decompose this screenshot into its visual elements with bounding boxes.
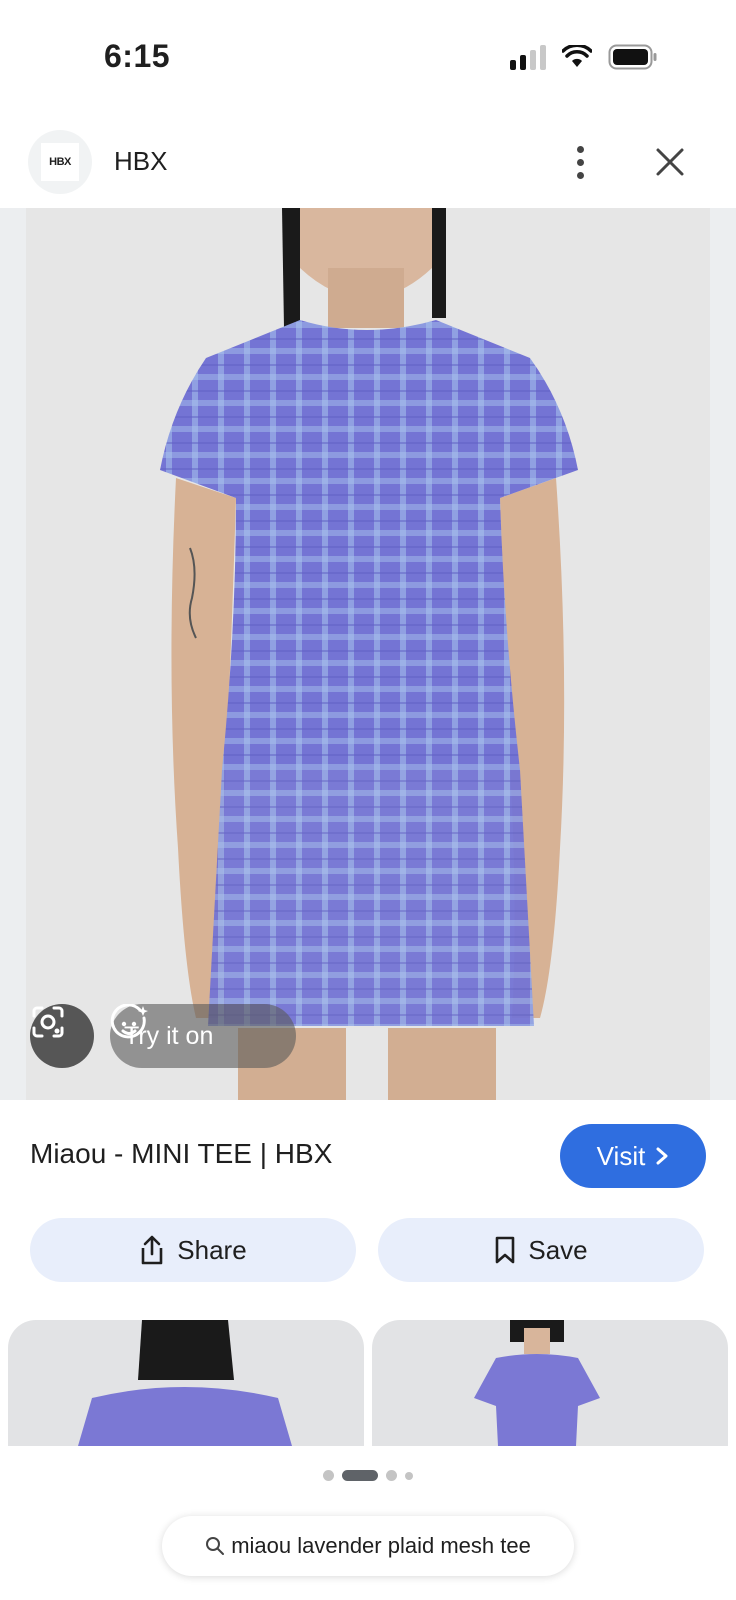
related-image-illustration xyxy=(474,1320,600,1446)
product-title[interactable]: Miaou - MINI TEE | HBX xyxy=(30,1138,332,1170)
site-logo-text: HBX xyxy=(41,143,79,181)
visit-button[interactable]: Visit xyxy=(560,1124,706,1188)
site-logo: HBX xyxy=(28,130,92,194)
save-label: Save xyxy=(528,1234,588,1265)
share-button[interactable]: Share xyxy=(30,1218,356,1282)
bottom-panel: miaou lavender plaid mesh tee xyxy=(0,1446,736,1600)
status-bar: 6:15 xyxy=(0,0,736,110)
status-time: 6:15 xyxy=(104,38,171,74)
pagination-dots xyxy=(0,1470,736,1481)
more-options-button[interactable] xyxy=(562,138,598,186)
wifi-icon xyxy=(562,45,592,67)
battery-icon xyxy=(608,44,657,70)
related-image-illustration xyxy=(78,1320,292,1446)
site-header: HBX HBX xyxy=(0,124,736,206)
lens-icon xyxy=(32,1006,64,1038)
search-query-pill[interactable]: miaou lavender plaid mesh tee xyxy=(162,1516,574,1576)
visit-label: Visit xyxy=(596,1140,646,1171)
try-it-on-button[interactable]: Try it on xyxy=(110,1004,296,1068)
lens-search-button[interactable] xyxy=(30,1004,94,1068)
search-icon xyxy=(206,1537,225,1555)
share-icon xyxy=(141,1235,163,1265)
search-query-text: miaou lavender plaid mesh tee xyxy=(231,1533,531,1558)
more-vert-icon xyxy=(576,145,584,153)
share-label: Share xyxy=(177,1234,247,1265)
related-image-thumbnail[interactable] xyxy=(8,1320,364,1446)
page-dot[interactable] xyxy=(323,1470,334,1481)
save-button[interactable]: Save xyxy=(378,1218,704,1282)
close-icon[interactable] xyxy=(648,140,692,184)
product-image[interactable]: Try it on xyxy=(0,208,736,1100)
chevron-right-icon xyxy=(656,1147,668,1165)
bookmark-icon xyxy=(496,1236,515,1264)
page-dot[interactable] xyxy=(405,1471,413,1480)
page-dot-active[interactable] xyxy=(342,1470,378,1481)
site-name[interactable]: HBX xyxy=(114,146,167,177)
product-photo-illustration xyxy=(160,208,578,1100)
try-on-face-sparkle-icon xyxy=(110,1004,148,1039)
related-image-thumbnail[interactable] xyxy=(372,1320,728,1446)
page-dot[interactable] xyxy=(386,1470,397,1481)
cellular-signal-icon xyxy=(510,44,546,70)
status-icons xyxy=(510,44,658,70)
